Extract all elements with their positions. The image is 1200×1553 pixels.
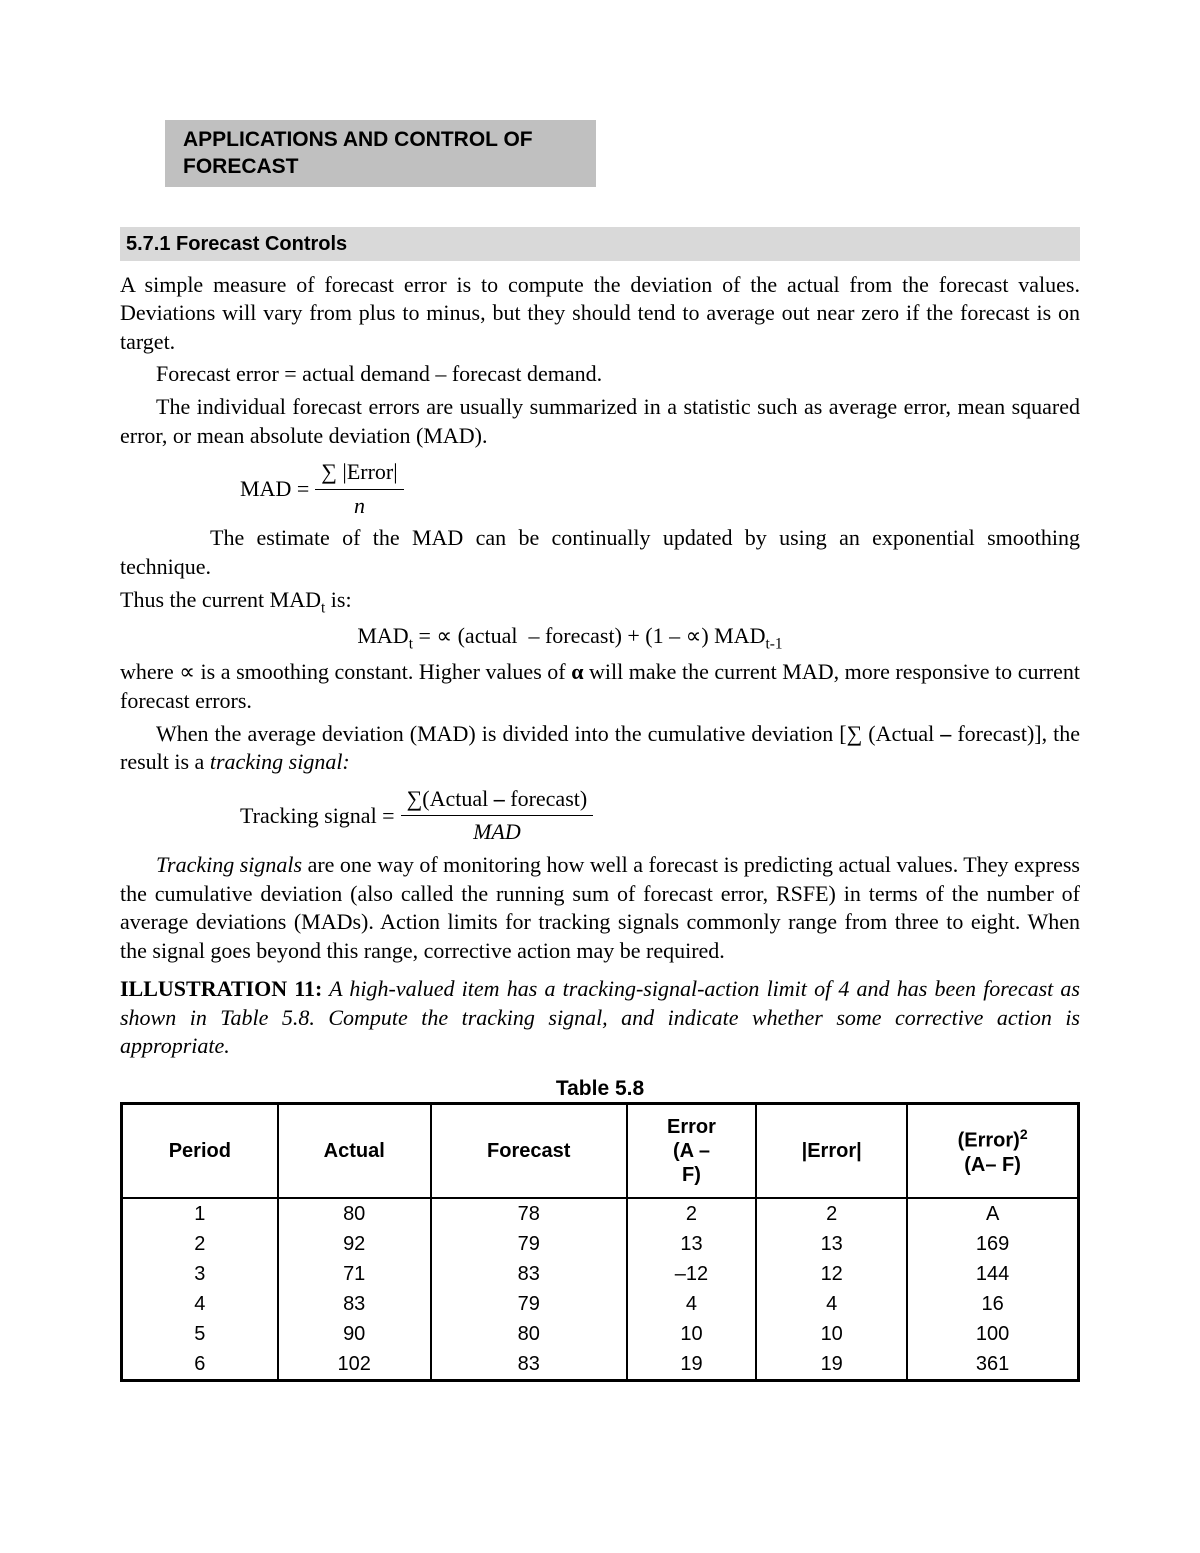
cell-error: 13 [627, 1229, 756, 1259]
page: APPLICATIONS AND CONTROL OF FORECAST 5.7… [0, 0, 1200, 1502]
cell-period: 5 [122, 1319, 278, 1349]
text: where ∝ is a smoothing constant. Higher … [120, 659, 571, 684]
numerator: ∑ |Error| [315, 458, 403, 490]
equation-madt: MADt = ∝ (actual – forecast) + (1 – ∝) M… [60, 622, 1080, 654]
cell-period: 4 [122, 1289, 278, 1319]
table-row: 6102831919361 [122, 1349, 1079, 1381]
paragraph: Thus the current MADt is: [120, 586, 1080, 618]
table-row: 590801010100 [122, 1319, 1079, 1349]
cell-actual: 71 [278, 1259, 431, 1289]
cell-abserror: 2 [756, 1198, 907, 1229]
fraction: ∑ |Error| n [315, 458, 403, 520]
cell-error: 4 [627, 1289, 756, 1319]
cell-period: 6 [122, 1349, 278, 1381]
paragraph: The individual forecast errors are usual… [120, 393, 1080, 450]
cell-actual: 92 [278, 1229, 431, 1259]
denominator: MAD [467, 816, 527, 847]
illustration-label: ILLUSTRATION 11: [120, 976, 322, 1001]
table-header-row: Period Actual Forecast Error(A –F) |Erro… [122, 1104, 1079, 1199]
cell-forecast: 83 [431, 1349, 627, 1381]
cell-abserror: 13 [756, 1229, 907, 1259]
cell-sqerror: 169 [907, 1229, 1078, 1259]
alpha-symbol: α [571, 659, 583, 684]
table-row: 37183–1212144 [122, 1259, 1079, 1289]
paragraph: where ∝ is a smoothing constant. Higher … [120, 658, 1080, 715]
cell-forecast: 78 [431, 1198, 627, 1229]
equation-mad: MAD = ∑ |Error| n [240, 458, 1080, 520]
term-tracking-signals: Tracking signals [156, 852, 302, 877]
numerator: ∑(Actual – forecast) [401, 785, 594, 817]
text: Thus the current MAD [120, 587, 321, 612]
col-forecast: Forecast [431, 1104, 627, 1199]
text: forecast) [505, 786, 587, 811]
paragraph: Forecast error = actual demand – forecas… [120, 360, 1080, 389]
cell-period: 1 [122, 1198, 278, 1229]
equation-lhs: MAD = [240, 475, 309, 504]
cell-period: 2 [122, 1229, 278, 1259]
text: is: [325, 587, 351, 612]
denominator: n [348, 490, 371, 521]
term-tracking-signal: tracking signal: [210, 749, 350, 774]
cell-sqerror: A [907, 1198, 1078, 1229]
cell-actual: 80 [278, 1198, 431, 1229]
cell-sqerror: 16 [907, 1289, 1078, 1319]
paragraph: The estimate of the MAD can be continual… [120, 524, 1080, 581]
cell-actual: 90 [278, 1319, 431, 1349]
text: ∑(Actual [407, 786, 494, 811]
illustration: ILLUSTRATION 11: A high-valued item has … [120, 975, 1080, 1061]
cell-error: 2 [627, 1198, 756, 1229]
cell-error: 10 [627, 1319, 756, 1349]
dash: – [494, 786, 505, 811]
table-row: 483794416 [122, 1289, 1079, 1319]
cell-forecast: 80 [431, 1319, 627, 1349]
paragraph: When the average deviation (MAD) is divi… [120, 720, 1080, 777]
cell-abserror: 12 [756, 1259, 907, 1289]
cell-abserror: 4 [756, 1289, 907, 1319]
cell-abserror: 19 [756, 1349, 907, 1381]
dash: – [940, 721, 951, 746]
cell-sqerror: 144 [907, 1259, 1078, 1289]
col-abs-error: |Error| [756, 1104, 907, 1199]
subsection-heading: 5.7.1 Forecast Controls [120, 227, 1080, 261]
col-sq-error: (Error)2(A– F) [907, 1104, 1078, 1199]
table-title: Table 5.8 [120, 1075, 1080, 1102]
cell-actual: 83 [278, 1289, 431, 1319]
cell-abserror: 10 [756, 1319, 907, 1349]
cell-forecast: 79 [431, 1289, 627, 1319]
equation-lhs: Tracking signal = [240, 802, 395, 831]
section-banner: APPLICATIONS AND CONTROL OF FORECAST [165, 120, 596, 187]
fraction: ∑(Actual – forecast) MAD [401, 785, 594, 847]
cell-forecast: 83 [431, 1259, 627, 1289]
cell-error: 19 [627, 1349, 756, 1381]
col-actual: Actual [278, 1104, 431, 1199]
cell-sqerror: 361 [907, 1349, 1078, 1381]
table-5-8: Period Actual Forecast Error(A –F) |Erro… [120, 1102, 1080, 1382]
cell-error: –12 [627, 1259, 756, 1289]
cell-sqerror: 100 [907, 1319, 1078, 1349]
table-body: 1807822A29279131316937183–12121444837944… [122, 1198, 1079, 1381]
cell-actual: 102 [278, 1349, 431, 1381]
paragraph: Tracking signals are one way of monitori… [120, 851, 1080, 965]
cell-forecast: 79 [431, 1229, 627, 1259]
col-error: Error(A –F) [627, 1104, 756, 1199]
paragraph: A simple measure of forecast error is to… [120, 271, 1080, 357]
text: When the average deviation (MAD) is divi… [156, 721, 940, 746]
table-row: 292791313169 [122, 1229, 1079, 1259]
cell-period: 3 [122, 1259, 278, 1289]
col-period: Period [122, 1104, 278, 1199]
table-row: 1807822A [122, 1198, 1079, 1229]
equation-tracking-signal: Tracking signal = ∑(Actual – forecast) M… [240, 785, 1080, 847]
